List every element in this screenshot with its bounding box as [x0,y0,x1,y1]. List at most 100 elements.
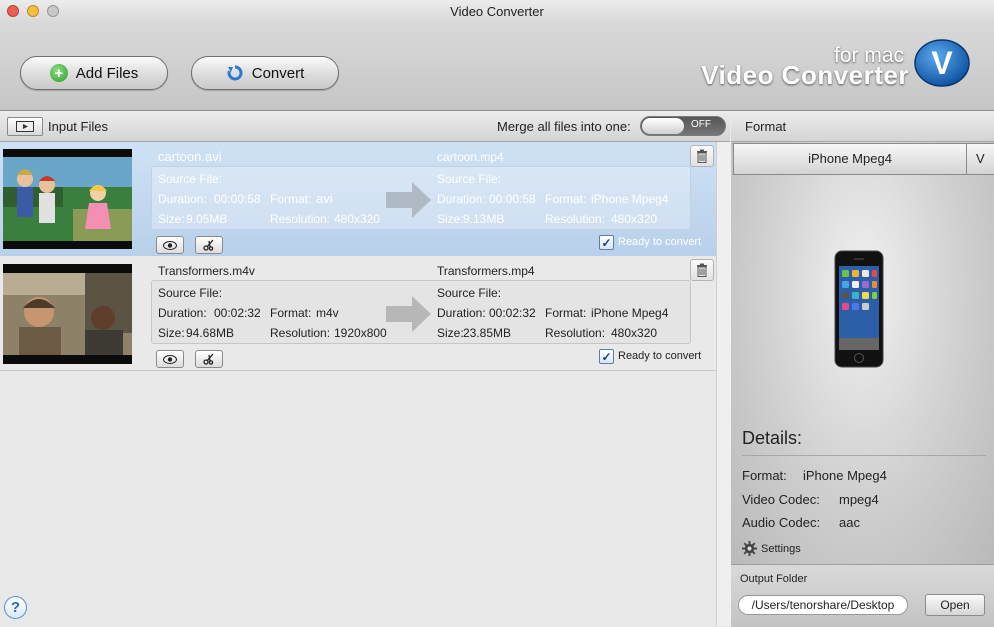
source-format: avi [316,191,333,206]
svg-text:V: V [931,45,953,81]
eye-icon [163,354,177,364]
video-thumbnail [3,149,132,249]
add-files-button[interactable]: + Add Files [20,56,168,90]
film-icon [16,121,34,132]
source-format-label: Format: [270,192,312,206]
trim-button[interactable] [195,236,223,254]
source-resolution-label: Resolution: [270,212,331,226]
chevron-down-icon[interactable]: V [976,151,985,166]
target-duration-label: Duration: [437,306,486,320]
iphone-icon [834,250,884,371]
format-header-label: Format [745,119,787,134]
refresh-icon [226,64,244,82]
output-folder-label: Output Folder [740,573,808,585]
eye-icon [163,240,177,250]
format-header: Format [731,111,994,142]
source-format: m4v [316,306,339,320]
output-folder-area: Output Folder /Users/tenorshare/Desktop … [731,564,994,627]
target-filename: Transformers.mp4 [437,264,535,278]
target-size: 23.85MB [463,326,512,340]
source-file-label: Source File: [158,172,223,186]
ready-checkbox[interactable]: ✓ [599,349,614,364]
target-resolution: 480x320 [611,326,658,340]
target-file-label: Source File: [437,172,502,186]
audio-codec-label: Audio Codec: [742,515,821,530]
target-format: iPhone Mpeg4 [591,192,669,206]
brand-logo-icon: V [914,38,970,88]
target-filename: cartoon.mp4 [437,150,504,164]
target-duration: 00:00:58 [489,192,536,206]
target-size-label: Size: [437,212,464,226]
scissors-icon [203,353,215,365]
target-resolution: 480x320 [611,212,658,226]
format-dropdown-value: iPhone Mpeg4 [808,151,892,166]
add-files-label: Add Files [75,64,139,82]
source-duration: 00:00:58 [214,192,261,206]
source-resolution: 1920x800 [334,326,387,340]
source-size: 9.05MB [186,212,228,226]
file-row[interactable]: Transformers.m4v Transformers.mp4 Source… [0,256,716,371]
open-folder-button[interactable]: Open [925,594,985,616]
gear-icon [742,541,757,556]
preview-button[interactable] [156,350,184,368]
target-size: 9.13MB [463,212,505,226]
preview-button[interactable] [156,236,184,254]
source-filename: Transformers.m4v [158,264,255,278]
merge-label: Merge all files into one: [497,119,631,134]
source-format-label: Format: [270,306,312,320]
source-size-label: Size: [158,326,185,340]
panel-divider[interactable] [716,142,731,626]
target-file-label: Source File: [437,286,502,300]
video-thumbnail [3,264,132,364]
details-format-value: iPhone Mpeg4 [803,468,887,483]
help-button[interactable]: ? [4,596,27,619]
target-format-label: Format: [545,192,587,206]
convert-button[interactable]: Convert [191,56,339,90]
delete-button[interactable] [690,259,714,281]
ready-checkbox[interactable]: ✓ [599,235,614,250]
video-codec-value: mpeg4 [839,492,879,507]
window-title: Video Converter [450,4,544,19]
format-dropdown[interactable]: iPhone Mpeg4 V [733,143,994,175]
dropdown-divider [966,144,967,174]
source-file-label: Source File: [158,286,223,300]
plus-icon: + [49,64,68,82]
target-resolution-label: Resolution: [545,212,606,226]
trash-icon [696,149,708,163]
source-filename: cartoon.avi [158,149,222,164]
target-duration-label: Duration: [437,192,486,206]
audio-codec-value: aac [839,515,860,530]
output-path-field[interactable]: /Users/tenorshare/Desktop [738,595,908,615]
settings-label: Settings [761,542,801,555]
toggle-state: OFF [691,119,711,130]
source-resolution: 480x320 [334,212,381,226]
target-format: iPhone Mpeg4 [591,306,669,320]
ready-label: Ready to convert [618,350,702,362]
target-size-label: Size: [437,326,464,340]
source-duration: 00:02:32 [214,306,261,320]
convert-label: Convert [251,64,305,82]
target-resolution-label: Resolution: [545,326,606,340]
input-files-button[interactable] [7,117,43,136]
source-resolution-label: Resolution: [270,326,331,340]
delete-button[interactable] [690,145,714,167]
source-size-label: Size: [158,212,185,226]
ready-label: Ready to convert [618,236,702,248]
trim-button[interactable] [195,350,223,368]
file-list: cartoon.avi cartoon.mp4 Source File: Dur… [0,142,716,626]
arrow-icon [386,294,432,337]
file-row[interactable]: cartoon.avi cartoon.mp4 Source File: Dur… [0,142,716,256]
details-format-label: Format: [742,468,787,483]
input-files-label: Input Files [48,119,108,134]
target-duration: 00:02:32 [489,306,536,320]
source-duration-label: Duration: [158,306,207,320]
source-duration-label: Duration: [158,192,207,206]
video-codec-label: Video Codec: [742,492,820,507]
brand-title: Video Converter [701,60,909,90]
scissors-icon [203,239,215,251]
target-format-label: Format: [545,306,587,320]
arrow-icon [386,180,432,223]
details-divider [742,455,986,456]
settings-button[interactable]: Settings [742,541,801,556]
merge-toggle[interactable]: OFF [640,116,726,136]
